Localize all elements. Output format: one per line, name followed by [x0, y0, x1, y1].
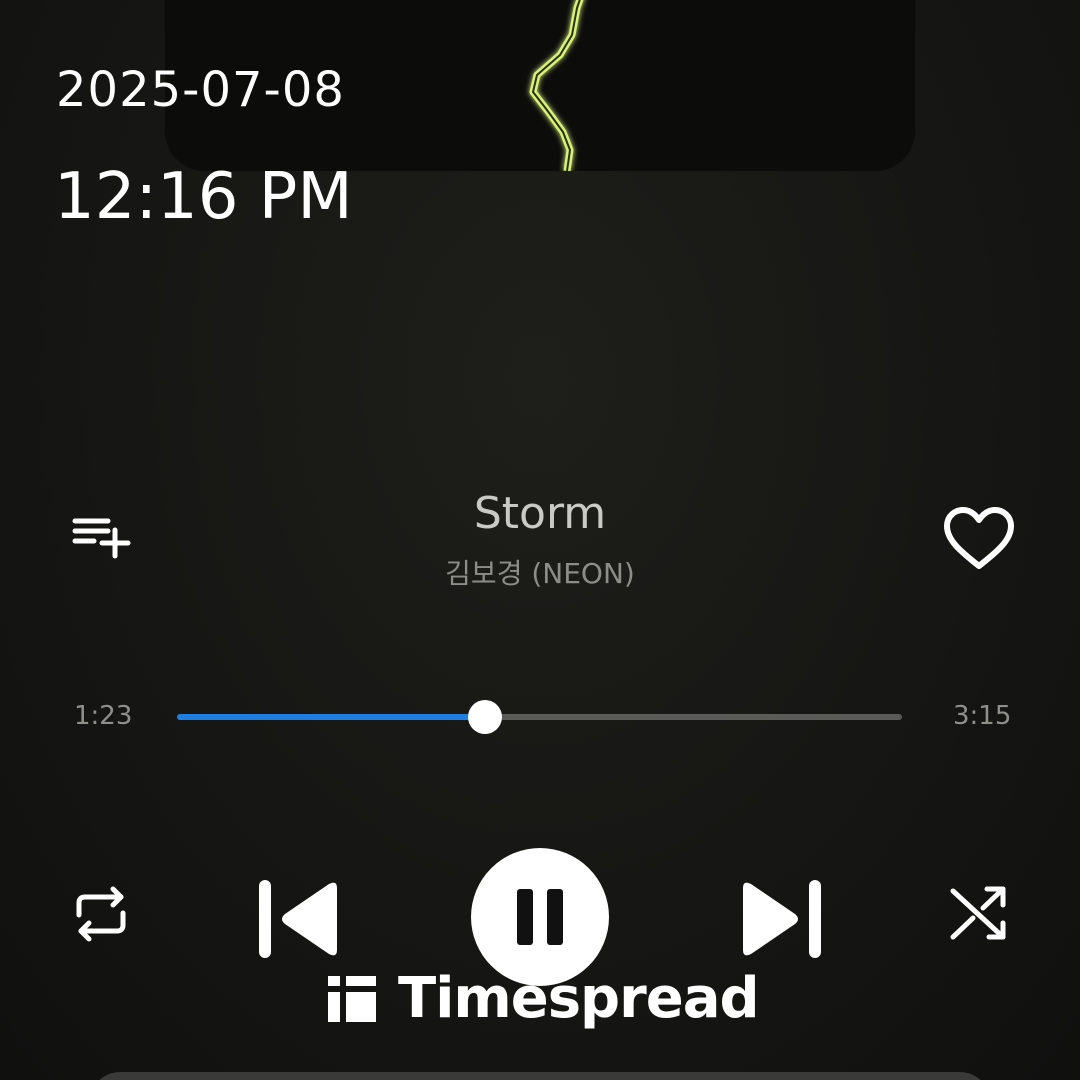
timespread-logo-icon [328, 975, 376, 1022]
elapsed-time: 1:23 [74, 701, 133, 731]
progress-handle[interactable] [468, 700, 503, 734]
next-track-button[interactable] [736, 874, 828, 962]
watermark-text: Timespread [398, 966, 760, 1031]
track-title: Storm [473, 488, 607, 539]
shuffle-icon [950, 886, 1006, 940]
add-to-playlist-button[interactable] [68, 512, 134, 562]
progress-fill [177, 714, 486, 720]
repeat-button[interactable] [70, 884, 132, 944]
lockscreen-time: 12:16 PM [54, 160, 353, 234]
music-player-lockscreen: 2025-07-08 12:16 PM Storm 김보경 (NEON) 1:2… [0, 0, 1080, 1080]
bottom-sheet-handle[interactable] [90, 1072, 990, 1080]
skip-next-icon [743, 880, 821, 958]
favorite-button[interactable] [940, 503, 1018, 575]
track-artist: 김보경 (NEON) [445, 557, 635, 590]
repeat-icon [76, 886, 126, 942]
pause-icon [517, 889, 563, 945]
skip-previous-icon [259, 880, 337, 958]
shuffle-button[interactable] [946, 882, 1010, 944]
previous-track-button[interactable] [252, 874, 344, 962]
playlist-add-icon [72, 518, 131, 559]
lockscreen-date: 2025-07-08 [56, 62, 345, 118]
heart-outline-icon [944, 507, 1014, 569]
playback-progress-slider[interactable] [177, 700, 902, 734]
total-duration: 3:15 [953, 701, 1012, 731]
timespread-watermark: Timespread [328, 966, 760, 1031]
